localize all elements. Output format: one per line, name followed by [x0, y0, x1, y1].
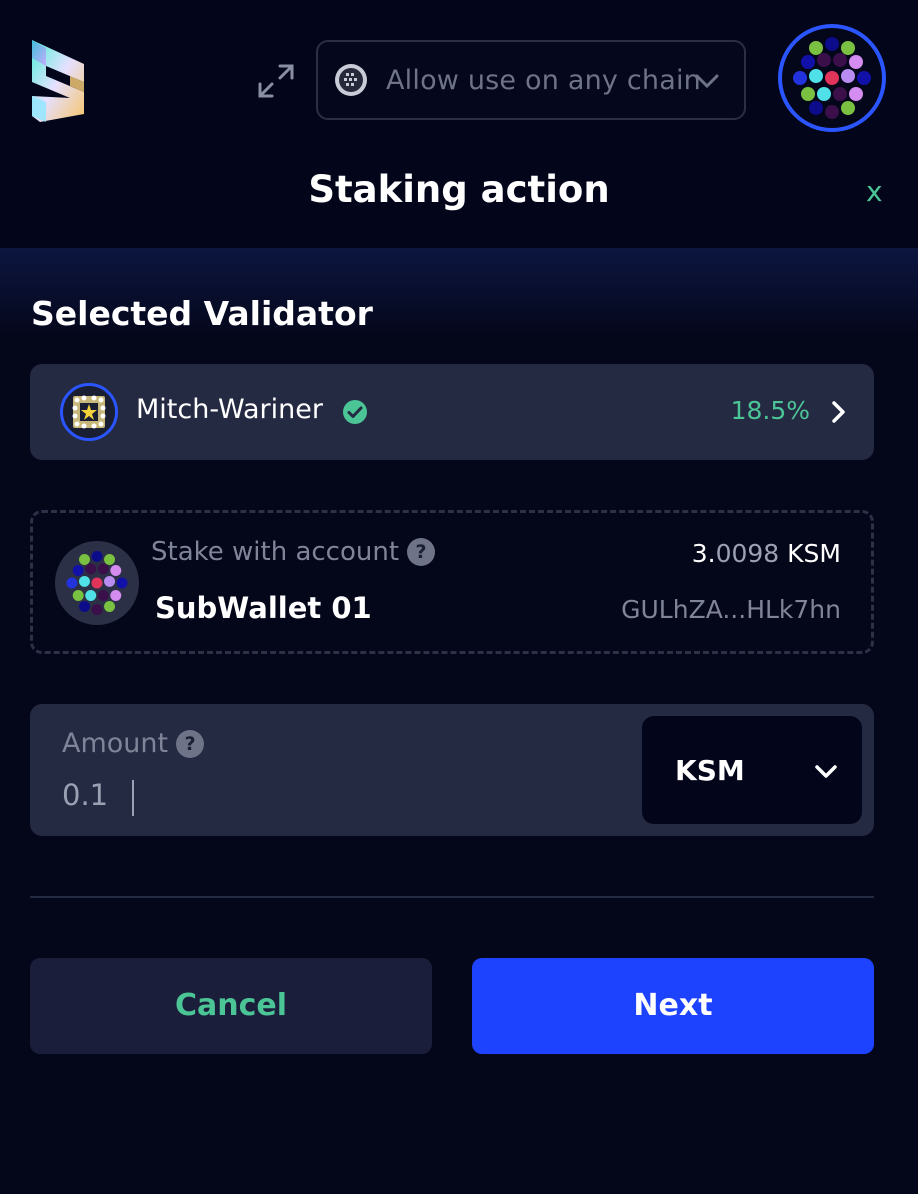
account-avatar[interactable]	[778, 24, 886, 132]
token-select-label: KSM	[675, 754, 745, 787]
amount-label-text: Amount	[62, 728, 169, 759]
account-name: SubWallet 01	[155, 591, 372, 625]
stake-account-label: Stake with account?	[151, 537, 436, 567]
validator-avatar	[60, 383, 118, 441]
chain-network-icon	[335, 64, 367, 96]
stake-account-avatar	[55, 541, 139, 625]
validator-rate: 18.5%	[730, 396, 810, 425]
cancel-button[interactable]: Cancel	[30, 958, 432, 1054]
balance-decimal: 0098	[715, 539, 780, 568]
header: Allow use on any chain Staking action x	[0, 0, 918, 248]
question-circle-icon[interactable]: ?	[176, 730, 205, 758]
close-button[interactable]: x	[866, 175, 883, 208]
amount-input[interactable]	[62, 778, 482, 812]
chevron-down-icon	[695, 74, 719, 89]
stake-account-card[interactable]: Stake with account? 3.0098 KSM SubWallet…	[30, 510, 874, 654]
question-circle-icon[interactable]: ?	[407, 538, 436, 566]
chain-select[interactable]: Allow use on any chain	[316, 40, 746, 120]
divider	[30, 896, 874, 898]
check-circle-icon	[343, 400, 367, 424]
account-identicon	[787, 33, 877, 123]
selected-validator-heading: Selected Validator	[31, 294, 373, 333]
chevron-down-icon	[815, 765, 837, 778]
page-title: Staking action	[308, 168, 610, 211]
amount-field[interactable]: Amount? KSM	[30, 704, 874, 836]
text-caret	[132, 780, 134, 816]
stake-account-label-text: Stake with account	[151, 537, 400, 567]
balance-unit: KSM	[787, 539, 841, 568]
stake-account-identicon	[66, 550, 128, 616]
validator-card[interactable]: Mitch-Wariner 18.5%	[30, 364, 874, 460]
expand-icon[interactable]	[256, 62, 296, 100]
validator-identicon	[72, 395, 106, 429]
subwallet-logo-icon[interactable]	[26, 36, 90, 126]
next-button[interactable]: Next	[472, 958, 874, 1054]
validator-name: Mitch-Wariner	[136, 394, 323, 425]
amount-label: Amount?	[62, 728, 205, 759]
token-select[interactable]: KSM	[642, 716, 862, 824]
account-address: GULhZA...HLk7hn	[621, 595, 841, 624]
account-balance: 3.0098 KSM	[692, 539, 841, 568]
chain-select-label: Allow use on any chain	[386, 64, 701, 96]
chevron-right-icon	[832, 401, 845, 423]
balance-integer: 3.	[691, 539, 716, 568]
